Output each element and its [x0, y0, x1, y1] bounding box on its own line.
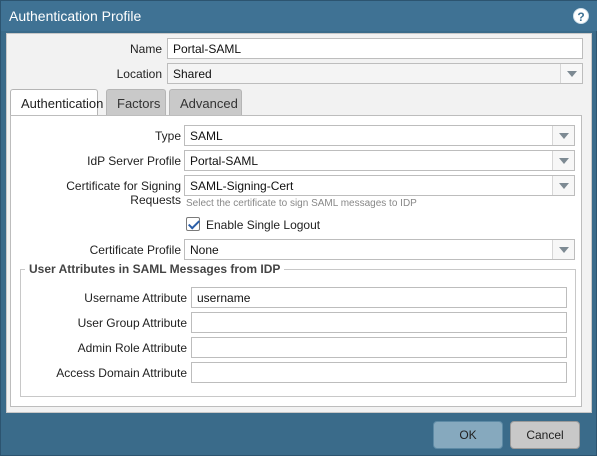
tab-advanced[interactable]: Advanced — [169, 89, 242, 116]
cert-signing-label: Certificate for Signing Requests — [66, 179, 181, 207]
chevron-down-icon — [552, 176, 574, 195]
location-label: Location — [116, 67, 162, 81]
chevron-down-icon — [552, 240, 574, 259]
type-label: Type — [154, 129, 181, 143]
cert-profile-label: Certificate Profile — [89, 243, 181, 257]
chevron-down-icon — [560, 64, 582, 83]
user-group-attribute-label: User Group Attribute — [77, 316, 187, 330]
tab-authentication[interactable]: Authentication — [10, 89, 103, 117]
type-select[interactable]: SAML — [184, 125, 575, 146]
username-attribute-input[interactable]: username — [191, 287, 567, 308]
tab-factors[interactable]: Factors — [106, 89, 166, 116]
cert-signing-value: SAML-Signing-Cert — [190, 179, 294, 193]
help-icon[interactable]: ? — [573, 8, 589, 24]
location-select[interactable]: Shared — [167, 63, 583, 84]
admin-role-attribute-input[interactable] — [191, 337, 567, 358]
idp-server-profile-select[interactable]: Portal-SAML — [184, 150, 575, 171]
name-input[interactable]: Portal-SAML — [167, 38, 583, 59]
authentication-profile-dialog: Authentication Profile ? Name Portal-SAM… — [0, 0, 597, 456]
ok-button[interactable]: OK — [433, 421, 503, 449]
cert-signing-select[interactable]: SAML-Signing-Cert — [184, 175, 575, 196]
location-value: Shared — [173, 67, 212, 81]
username-attribute-label: Username Attribute — [84, 291, 187, 305]
name-label: Name — [129, 42, 162, 56]
cert-profile-select[interactable]: None — [184, 239, 575, 260]
chevron-down-icon — [552, 126, 574, 145]
cancel-button[interactable]: Cancel — [510, 421, 580, 449]
dialog-titlebar: Authentication Profile ? — [1, 1, 597, 31]
user-group-attribute-input[interactable] — [191, 312, 567, 333]
user-attributes-title: User Attributes in SAML Messages from ID… — [25, 262, 285, 276]
dialog-title: Authentication Profile — [9, 8, 142, 24]
cert-signing-hint: Select the certificate to sign SAML mess… — [186, 198, 417, 209]
chevron-down-icon — [552, 151, 574, 170]
type-value: SAML — [190, 129, 223, 143]
enable-single-logout-label: Enable Single Logout — [206, 218, 321, 232]
cert-profile-value: None — [190, 243, 219, 257]
idp-server-profile-value: Portal-SAML — [190, 154, 259, 168]
admin-role-attribute-label: Admin Role Attribute — [77, 341, 187, 355]
enable-single-logout-checkbox[interactable] — [186, 217, 200, 231]
access-domain-attribute-label: Access Domain Attribute — [56, 366, 187, 380]
access-domain-attribute-input[interactable] — [191, 362, 567, 383]
idp-server-profile-label: IdP Server Profile — [87, 154, 181, 168]
